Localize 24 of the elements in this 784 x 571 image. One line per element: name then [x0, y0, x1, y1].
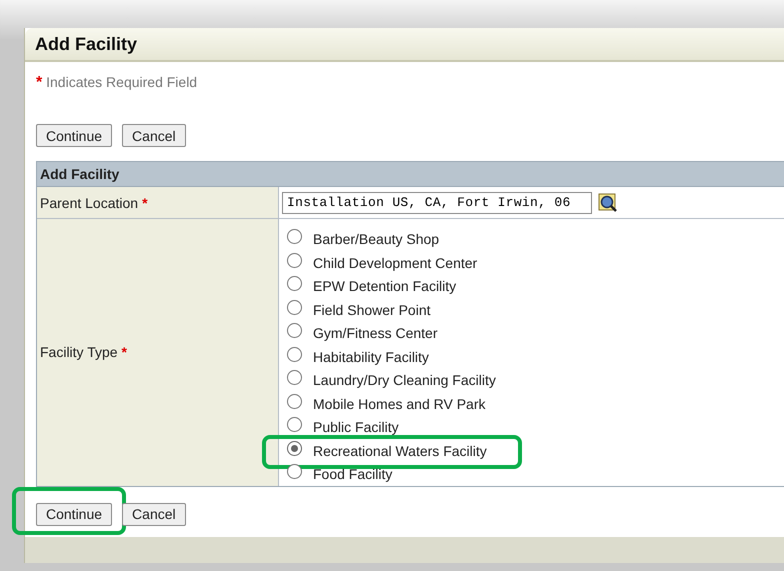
- option-label[interactable]: Field Shower Point: [313, 302, 431, 318]
- option-label[interactable]: EPW Detention Facility: [313, 278, 456, 294]
- option-label[interactable]: Habitability Facility: [313, 348, 429, 364]
- form-button[interactable]: Continue: [36, 124, 112, 147]
- option-label[interactable]: Gym/Fitness Center: [313, 325, 438, 341]
- field-label: Parent Location: [40, 194, 138, 210]
- option-label[interactable]: Food Facility: [313, 466, 392, 482]
- required-note: Indicates Required Field: [46, 74, 198, 90]
- option-label[interactable]: Public Facility: [313, 419, 399, 435]
- required-mark: *: [142, 194, 148, 210]
- window-title: Add Facility: [35, 34, 138, 54]
- form-button[interactable]: Cancel: [122, 502, 186, 526]
- option-label[interactable]: Barber/Beauty Shop: [313, 231, 440, 247]
- form-button[interactable]: Continue: [36, 502, 112, 526]
- form-button[interactable]: Cancel: [122, 124, 186, 147]
- option-label[interactable]: Child Development Center: [313, 254, 478, 270]
- input-field[interactable]: Installation US, CA, Fort Irwin, 06: [282, 192, 592, 214]
- option-label[interactable]: Laundry/Dry Cleaning Facility: [313, 372, 496, 388]
- option-label[interactable]: Mobile Homes and RV Park: [313, 396, 486, 412]
- field-label: Facility Type: [40, 344, 118, 360]
- section-title: Add Facility: [40, 166, 120, 182]
- required-mark: *: [36, 74, 42, 91]
- option-label[interactable]: Recreational Waters Facility: [313, 442, 487, 458]
- required-mark: *: [122, 344, 127, 360]
